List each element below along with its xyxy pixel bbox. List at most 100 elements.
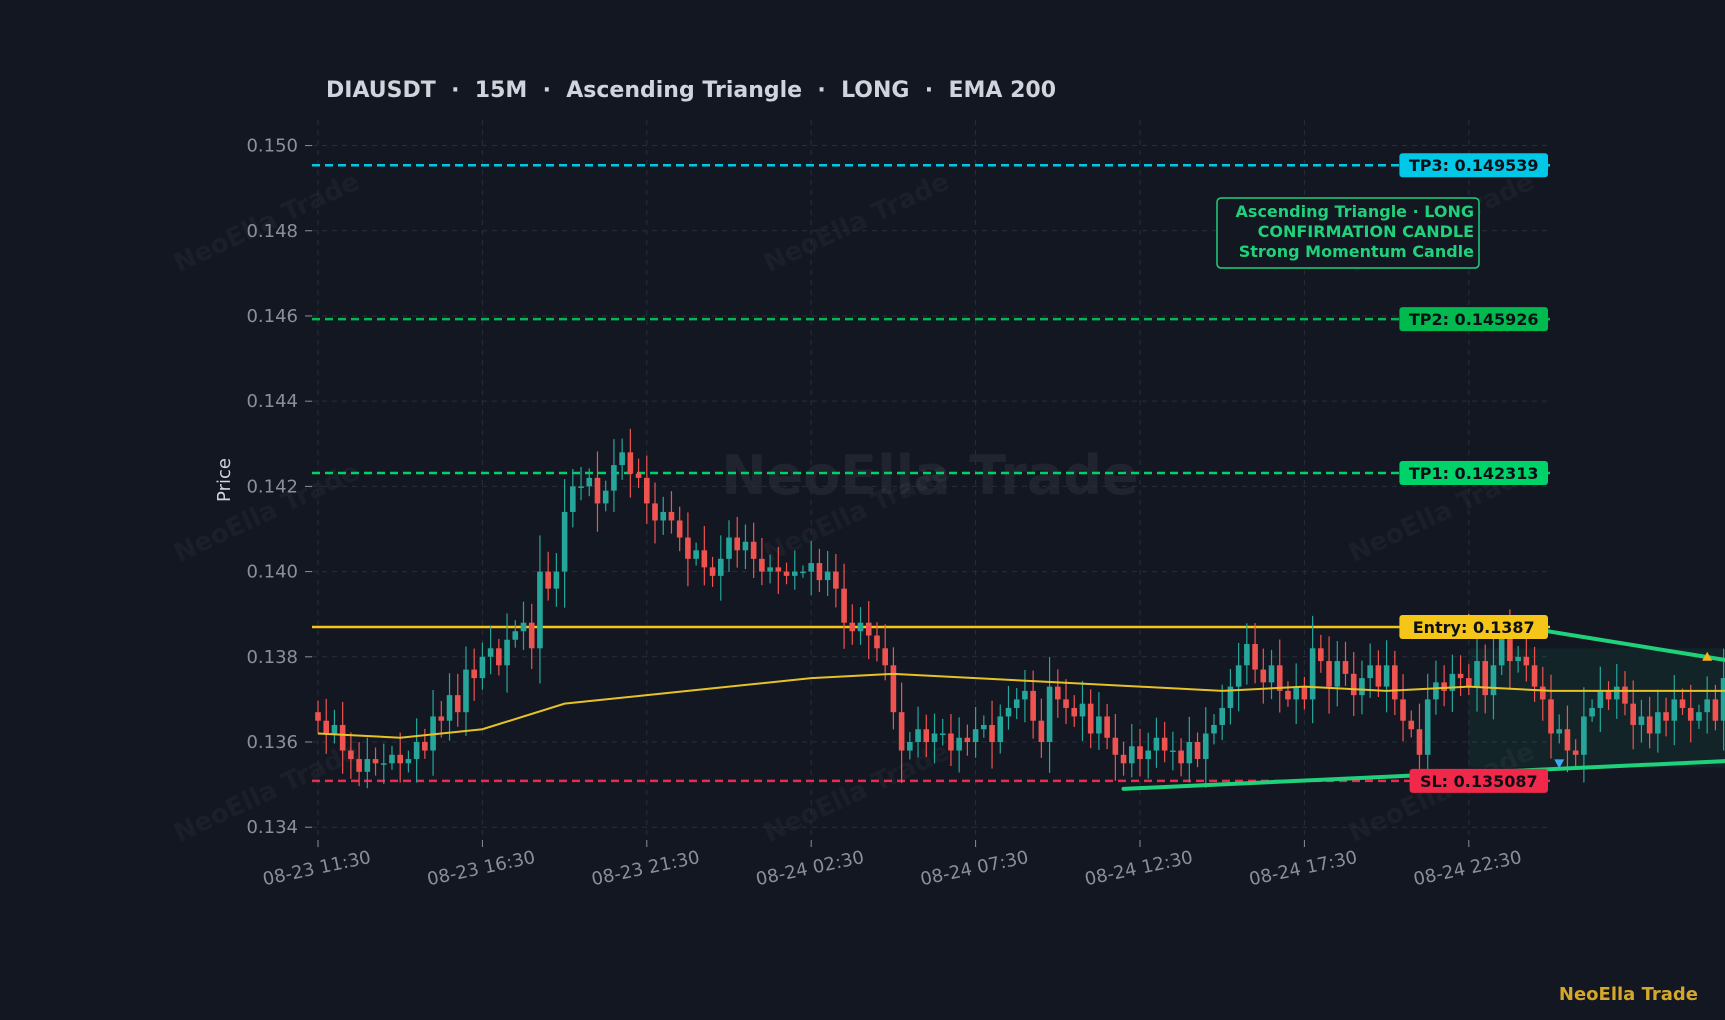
candle-body [1408,720,1415,730]
candle-body [1622,686,1628,704]
triangle-zone [1468,648,1725,768]
candle-body [1170,750,1176,753]
candle-body [454,695,461,713]
candle-body [1342,661,1349,674]
candle-body [726,537,732,559]
candle-body [1605,690,1612,700]
candle-body [1301,686,1308,700]
candle-body [1268,665,1275,683]
y-tick-label: 0.146 [246,306,298,327]
y-tick-label: 0.138 [246,647,298,668]
candle-body [734,537,741,551]
candle-body [841,588,847,623]
candle-body [791,571,798,576]
candle-body [1104,716,1110,738]
candle-body [1087,703,1094,734]
candle-body [1556,729,1563,734]
brand-label: NeoElla Trade [1559,984,1698,1005]
candle-body [981,724,987,730]
candle-body [1441,682,1447,691]
candle-body [1539,686,1546,700]
candle-body [1474,661,1480,687]
candle-body [1482,661,1489,696]
candle-body [1424,699,1431,755]
candle-body [1663,712,1669,721]
candle-body [997,716,1004,743]
candle-body [709,567,716,576]
candle-body [1655,712,1661,734]
chart-title: DIAUSDT · 15M · Ascending Triangle · LON… [326,78,1056,103]
candle-body [422,742,428,751]
candle-body [1128,746,1135,764]
candle-body [808,563,814,572]
candle-body [586,477,593,487]
candle-body [1318,648,1324,662]
candle-body [635,473,642,478]
candle-body [652,503,658,521]
price-chart: NeoElla TradeNeoElla TradeNeoElla TradeN… [0,0,1725,1020]
candle-body [504,639,510,666]
candle-body [1252,644,1258,670]
level-tag-label-tp3: TP3: 0.149539 [1409,156,1539,175]
candle-body [553,571,560,589]
candle-body [1202,733,1209,760]
candle-body [1350,673,1357,696]
candle-body [939,733,946,735]
candle-body [602,490,609,504]
candle-body [1613,686,1620,700]
candle-body [1383,665,1390,687]
candle-body [1178,750,1184,764]
candle-body [1013,699,1020,708]
candle-body [512,631,519,640]
candle-body [1219,707,1225,725]
candle-body [849,622,856,632]
y-tick-label: 0.150 [246,136,298,157]
candle-body [1704,699,1710,713]
candle-body [1145,750,1152,760]
candle-body [471,669,477,679]
candle-body [1687,707,1694,721]
pattern-annotation: Ascending Triangle · LONG CONFIRMATION C… [1216,197,1480,269]
annotation-line-3: Strong Momentum Candle [1239,242,1474,261]
candle-body [537,571,543,649]
candle-body [1671,699,1678,721]
candle-body [1490,665,1497,696]
candle-body [619,452,625,466]
candle-body [1638,716,1645,725]
level-tag-label-tp2: TP2: 0.145926 [1409,310,1539,329]
candle-body [1120,754,1127,764]
candle-body [1498,635,1505,666]
candle-body [1285,690,1291,700]
candle-body [487,648,494,657]
level-tag-label-tp1: TP1: 0.142313 [1409,464,1539,483]
candle-body [1646,716,1653,734]
candle-body [1334,661,1341,687]
candle-body [1235,665,1242,687]
candle-body [948,733,954,751]
candle-body [898,712,905,751]
y-tick-label: 0.144 [246,391,298,412]
candle-body [1260,669,1267,683]
candle-body [742,541,749,551]
candle-body [1416,729,1423,755]
candle-body [750,541,757,559]
candle-body [685,537,691,559]
candle-body [644,477,650,504]
candle-body [315,712,321,721]
candle-body [956,737,962,751]
candle-body [594,477,601,504]
candle-body [389,754,395,764]
y-tick-label: 0.134 [246,817,298,838]
candle-body [701,550,708,568]
candle-body [1030,690,1036,721]
candle-body [528,622,535,649]
candle-body [865,622,872,636]
candle-body [1548,699,1554,734]
candle-body [627,452,634,474]
candle-body [1293,686,1299,700]
candle-body [348,750,354,760]
candle-body [775,567,782,572]
candle-body [1186,742,1193,764]
candle-body [1112,737,1119,755]
candle-body [1359,678,1365,696]
